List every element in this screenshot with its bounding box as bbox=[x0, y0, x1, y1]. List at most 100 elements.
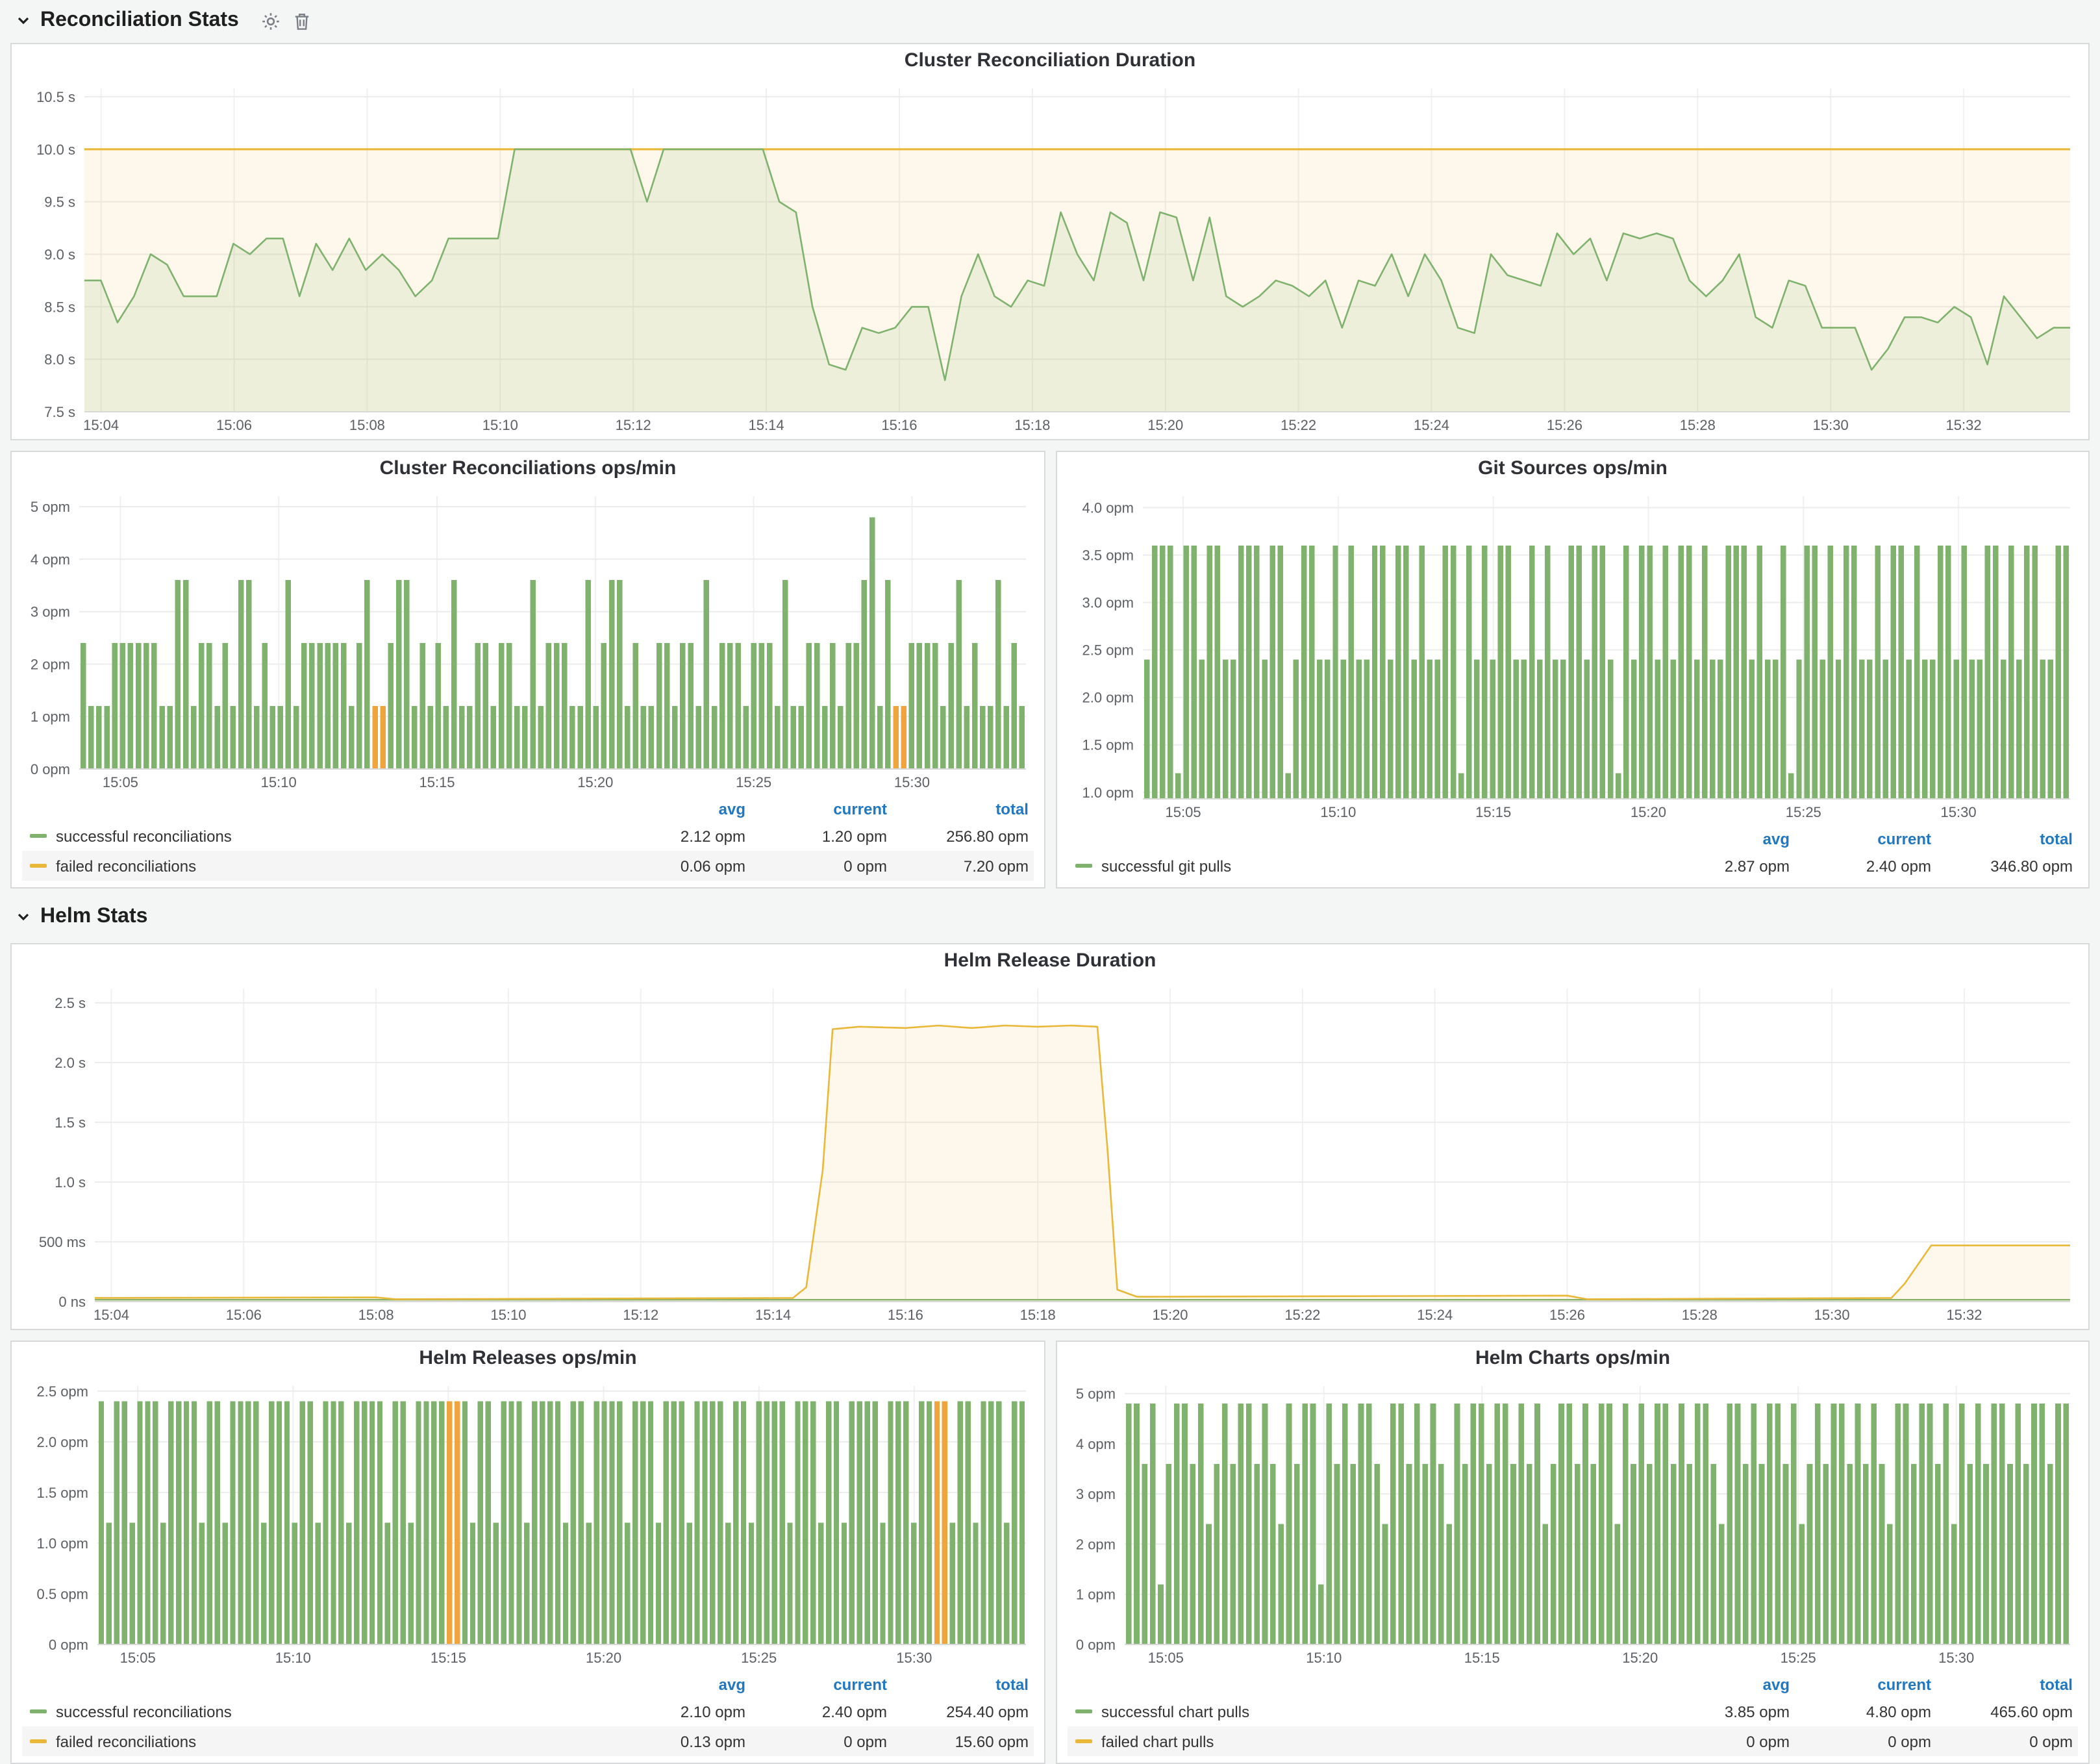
chevron-down-icon[interactable] bbox=[16, 909, 31, 925]
bar bbox=[718, 1401, 723, 1644]
bar bbox=[1839, 1404, 1845, 1644]
bar bbox=[751, 643, 757, 769]
chart-area[interactable]: 1.0 opm1.5 opm2.0 opm2.5 opm3.0 opm3.5 o… bbox=[1065, 486, 2081, 824]
legend-col-header[interactable]: total bbox=[892, 800, 1034, 818]
legend-series-label[interactable]: successful chart pulls bbox=[1101, 1702, 1249, 1720]
bar bbox=[1479, 1404, 1484, 1644]
bar bbox=[719, 643, 725, 769]
bar bbox=[99, 1401, 104, 1644]
panel-title[interactable]: Cluster Reconciliations ops/min bbox=[19, 452, 1036, 486]
y-tick-label: 2.5 opm bbox=[1082, 642, 1134, 659]
bar bbox=[1150, 1404, 1156, 1644]
bar bbox=[1144, 659, 1149, 799]
chart-area[interactable]: 0 ns500 ms1.0 s1.5 s2.0 s2.5 s15:0415:06… bbox=[19, 978, 2081, 1326]
bar bbox=[104, 706, 110, 769]
legend-series-label[interactable]: successful reconciliations bbox=[56, 1702, 232, 1720]
bar bbox=[1527, 1464, 1532, 1644]
legend-col-header[interactable]: current bbox=[1795, 829, 1936, 848]
bar bbox=[803, 1401, 808, 1644]
bar bbox=[1895, 1404, 1901, 1644]
bar bbox=[501, 1401, 506, 1644]
bar bbox=[1823, 1464, 1829, 1644]
bar bbox=[1890, 546, 1895, 799]
legend-col-header[interactable]: total bbox=[892, 1675, 1034, 1693]
bar bbox=[1152, 546, 1157, 799]
bar bbox=[2064, 1404, 2069, 1644]
chart-git-sources-opm[interactable]: 1.0 opm1.5 opm2.0 opm2.5 opm3.0 opm3.5 o… bbox=[1065, 486, 2081, 824]
panel-title[interactable]: Helm Charts ops/min bbox=[1065, 1342, 2081, 1376]
trash-icon[interactable] bbox=[294, 11, 310, 31]
bar bbox=[238, 580, 244, 769]
bar bbox=[1012, 643, 1018, 769]
bar bbox=[167, 706, 173, 769]
bar bbox=[214, 706, 220, 769]
legend-value: 2.40 opm bbox=[1795, 857, 1936, 875]
bar bbox=[1903, 1404, 1909, 1644]
bar bbox=[806, 643, 812, 769]
chart-area[interactable]: 7.5 s8.0 s8.5 s9.0 s9.5 s10.0 s10.5 s15:… bbox=[19, 78, 2081, 436]
chart-area[interactable]: 0 opm0.5 opm1.0 opm1.5 opm2.0 opm2.5 opm… bbox=[19, 1376, 1036, 1669]
bar bbox=[1503, 1404, 1508, 1644]
bar bbox=[694, 1401, 699, 1644]
bar bbox=[514, 706, 520, 769]
bar bbox=[1993, 546, 1998, 799]
legend-series-label[interactable]: failed chart pulls bbox=[1101, 1732, 1214, 1750]
chart-area[interactable]: 0 opm1 opm2 opm3 opm4 opm5 opm15:0515:10… bbox=[19, 486, 1036, 794]
bar bbox=[1718, 659, 1723, 799]
bar bbox=[664, 1401, 669, 1644]
bar bbox=[1158, 1584, 1164, 1644]
bar bbox=[1142, 1464, 1148, 1644]
bar bbox=[1679, 546, 1684, 799]
legend-col-header[interactable]: total bbox=[1936, 829, 2078, 848]
y-tick-label: 1.5 s bbox=[55, 1115, 86, 1131]
legend-value: 4.80 opm bbox=[1795, 1702, 1936, 1720]
bar bbox=[1364, 659, 1369, 799]
chart-cluster-reconciliation-duration[interactable]: 7.5 s8.0 s8.5 s9.0 s9.5 s10.0 s10.5 s15:… bbox=[19, 78, 2081, 436]
chart-area[interactable]: 0 opm1 opm2 opm3 opm4 opm5 opm15:0515:10… bbox=[1065, 1376, 2081, 1669]
y-tick-label: 5 opm bbox=[1076, 1386, 1116, 1402]
chevron-down-icon[interactable] bbox=[16, 13, 31, 29]
legend-value: 2.12 opm bbox=[609, 827, 751, 845]
legend-col-header[interactable]: total bbox=[1936, 1675, 2078, 1693]
panel-title[interactable]: Cluster Reconciliation Duration bbox=[19, 44, 2081, 78]
bar bbox=[269, 1401, 274, 1644]
legend-value: 2.87 opm bbox=[1653, 857, 1795, 875]
legend-series-label[interactable]: successful reconciliations bbox=[56, 827, 232, 845]
y-tick-label: 9.0 s bbox=[44, 246, 75, 262]
bar bbox=[183, 580, 189, 769]
chart-helm-charts-opm[interactable]: 0 opm1 opm2 opm3 opm4 opm5 opm15:0515:10… bbox=[1065, 1376, 2081, 1669]
chart-cluster-reconciliations-opm[interactable]: 0 opm1 opm2 opm3 opm4 opm5 opm15:0515:10… bbox=[19, 486, 1036, 794]
panel-title[interactable]: Git Sources ops/min bbox=[1065, 452, 2081, 486]
bar bbox=[1751, 1404, 1756, 1644]
bar bbox=[1999, 1404, 2005, 1644]
legend-col-header[interactable]: avg bbox=[609, 800, 751, 818]
bar bbox=[686, 1523, 692, 1644]
bar bbox=[1560, 659, 1566, 799]
chart-helm-releases-opm[interactable]: 0 opm0.5 opm1.0 opm1.5 opm2.0 opm2.5 opm… bbox=[19, 1376, 1036, 1669]
bar bbox=[470, 1523, 475, 1644]
legend-series-label[interactable]: successful git pulls bbox=[1101, 857, 1231, 875]
section-header-reconciliation-stats[interactable]: Reconciliation Stats bbox=[16, 9, 310, 32]
bar bbox=[782, 580, 788, 769]
legend-col-header[interactable]: avg bbox=[1653, 1675, 1795, 1693]
legend-col-header[interactable]: avg bbox=[609, 1675, 751, 1693]
bar bbox=[1879, 1464, 1885, 1644]
bar bbox=[934, 1401, 940, 1644]
x-tick-label: 15:28 bbox=[1680, 417, 1716, 433]
legend-col-header[interactable]: avg bbox=[1653, 829, 1795, 848]
legend-series-label[interactable]: failed reconciliations bbox=[56, 857, 196, 875]
bar bbox=[942, 1401, 947, 1644]
bar bbox=[1246, 546, 1251, 799]
bar bbox=[1223, 659, 1228, 799]
section-header-helm-stats[interactable]: Helm Stats bbox=[16, 905, 147, 929]
legend-col-header[interactable]: current bbox=[751, 1675, 892, 1693]
panel-title[interactable]: Helm Releases ops/min bbox=[19, 1342, 1036, 1376]
legend-col-header[interactable]: current bbox=[751, 800, 892, 818]
gear-icon[interactable] bbox=[261, 11, 281, 31]
bar bbox=[555, 1401, 560, 1644]
panel-title[interactable]: Helm Release Duration bbox=[19, 944, 2081, 978]
chart-helm-release-duration[interactable]: 0 ns500 ms1.0 s1.5 s2.0 s2.5 s15:0415:06… bbox=[19, 978, 2081, 1326]
legend-col-header[interactable]: current bbox=[1795, 1675, 1936, 1693]
legend-series-label[interactable]: failed reconciliations bbox=[56, 1732, 196, 1750]
y-tick-label: 4 opm bbox=[31, 551, 70, 568]
